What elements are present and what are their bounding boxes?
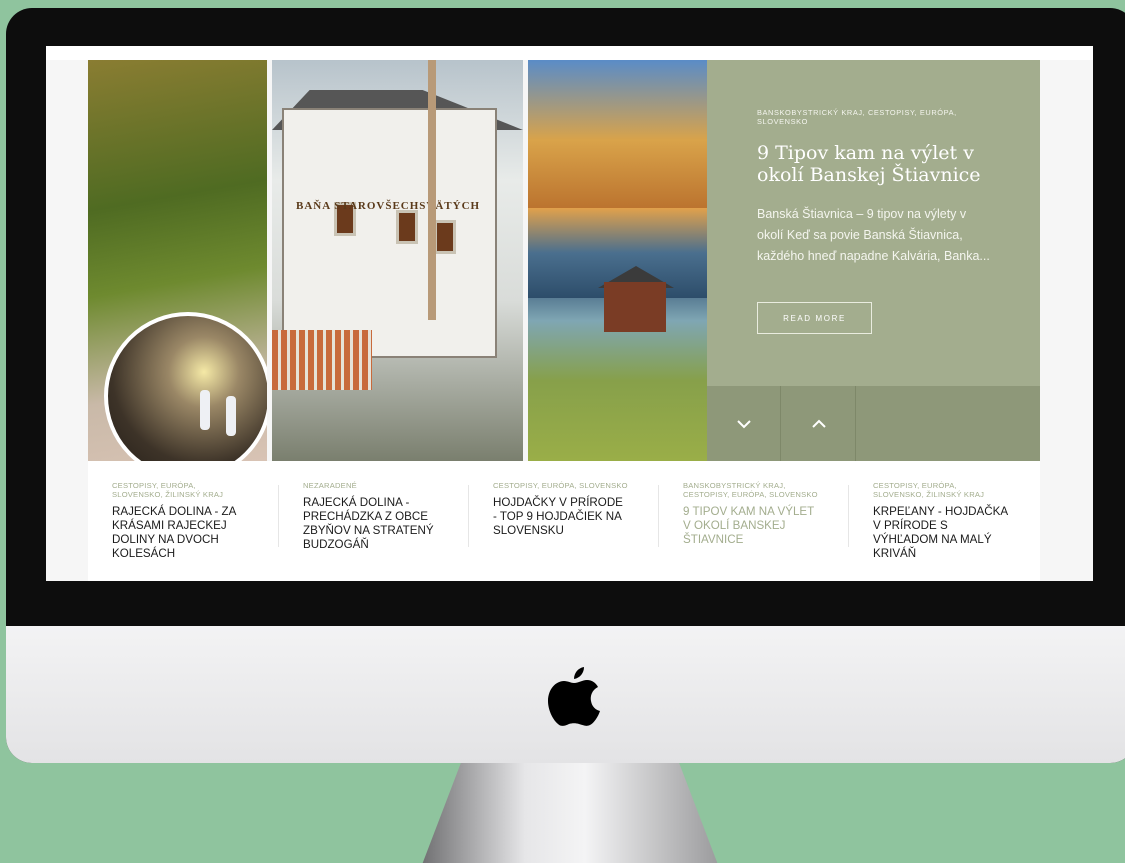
post-card[interactable]: CESTOPISY, EURÓPA, SLOVENSKO HOJDAČKY V … — [469, 481, 629, 538]
read-more-button[interactable]: READ MORE — [757, 302, 872, 334]
hero-photo-autumn-lake[interactable] — [528, 60, 707, 461]
mine-building: BAŇA STAROVŠECHSVÄTÝCH — [282, 108, 497, 358]
hero-slider: BAŇA STAROVŠECHSVÄTÝCH BANSKOBYSTRICKÝ K… — [88, 60, 1040, 461]
recent-posts: CESTOPISY, EURÓPA, SLOVENSKO, ŽILINSKÝ K… — [88, 461, 1040, 581]
slider-prev-button[interactable] — [782, 386, 856, 461]
post-card[interactable]: CESTOPISY, EURÓPA, SLOVENSKO, ŽILINSKÝ K… — [88, 481, 248, 561]
post-title[interactable]: KRPEĽANY - HOJDAČKA V PRÍRODE S VÝHĽADOM… — [873, 505, 1009, 561]
post-categories[interactable]: CESTOPISY, EURÓPA, SLOVENSKO — [493, 481, 629, 490]
slider-next-button[interactable] — [707, 386, 781, 461]
hero-photo-mine-building[interactable]: BAŇA STAROVŠECHSVÄTÝCH — [272, 60, 523, 461]
hero-categories[interactable]: BANSKOBYSTRICKÝ KRAJ, CESTOPISY, EURÓPA,… — [757, 108, 990, 126]
wooden-hut — [604, 282, 666, 332]
person-figure — [200, 390, 210, 430]
imac-monitor: BAŇA STAROVŠECHSVÄTÝCH BANSKOBYSTRICKÝ K… — [6, 8, 1125, 763]
browser-top-bar — [46, 46, 1093, 60]
post-categories[interactable]: NEZARADENÉ — [303, 481, 439, 490]
hero-text-panel: BANSKOBYSTRICKÝ KRAJ, CESTOPISY, EURÓPA,… — [707, 60, 1040, 386]
post-title[interactable]: 9 TIPOV KAM NA VÝLET V OKOLÍ BANSKEJ ŠTI… — [683, 505, 819, 547]
hero-photo-forest[interactable] — [88, 60, 267, 461]
post-title[interactable]: RAJECKÁ DOLINA - ZA KRÁSAMI RAJECKEJ DOL… — [112, 505, 248, 561]
post-categories[interactable]: BANSKOBYSTRICKÝ KRAJ, CESTOPISY, EURÓPA,… — [683, 481, 819, 499]
chevron-up-icon — [811, 419, 826, 428]
post-title[interactable]: RAJECKÁ DOLINA - PRECHÁDZKA Z OBCE ZBYŇO… — [303, 496, 439, 552]
hero-excerpt: Banská Štiavnica – 9 tipov na výlety v o… — [757, 207, 990, 263]
wooden-fence — [272, 330, 372, 390]
person-figure — [226, 396, 236, 436]
building-window — [396, 210, 418, 244]
post-categories[interactable]: CESTOPISY, EURÓPA, SLOVENSKO, ŽILINSKÝ K… — [873, 481, 1009, 499]
chevron-down-icon — [736, 419, 751, 428]
imac-stand — [420, 760, 720, 863]
post-title[interactable]: HOJDAČKY V PRÍRODE - TOP 9 HOJDAČIEK NA … — [493, 496, 629, 538]
post-card[interactable]: BANSKOBYSTRICKÝ KRAJ, CESTOPISY, EURÓPA,… — [659, 481, 819, 547]
slider-nav — [707, 386, 1040, 461]
post-card[interactable]: NEZARADENÉ RAJECKÁ DOLINA - PRECHÁDZKA Z… — [279, 481, 439, 552]
building-window — [434, 220, 456, 254]
cave-photo-circle — [104, 312, 267, 461]
apple-logo-icon — [548, 667, 600, 726]
website-screen: BAŇA STAROVŠECHSVÄTÝCH BANSKOBYSTRICKÝ K… — [46, 46, 1093, 581]
post-categories[interactable]: CESTOPISY, EURÓPA, SLOVENSKO, ŽILINSKÝ K… — [112, 481, 248, 499]
hero-title[interactable]: 9 Tipov kam na výlet v okolí Banskej Šti… — [757, 142, 990, 186]
utility-pole — [428, 60, 436, 320]
post-card[interactable]: CESTOPISY, EURÓPA, SLOVENSKO, ŽILINSKÝ K… — [849, 481, 1009, 561]
building-sign: BAŇA STAROVŠECHSVÄTÝCH — [296, 200, 481, 212]
